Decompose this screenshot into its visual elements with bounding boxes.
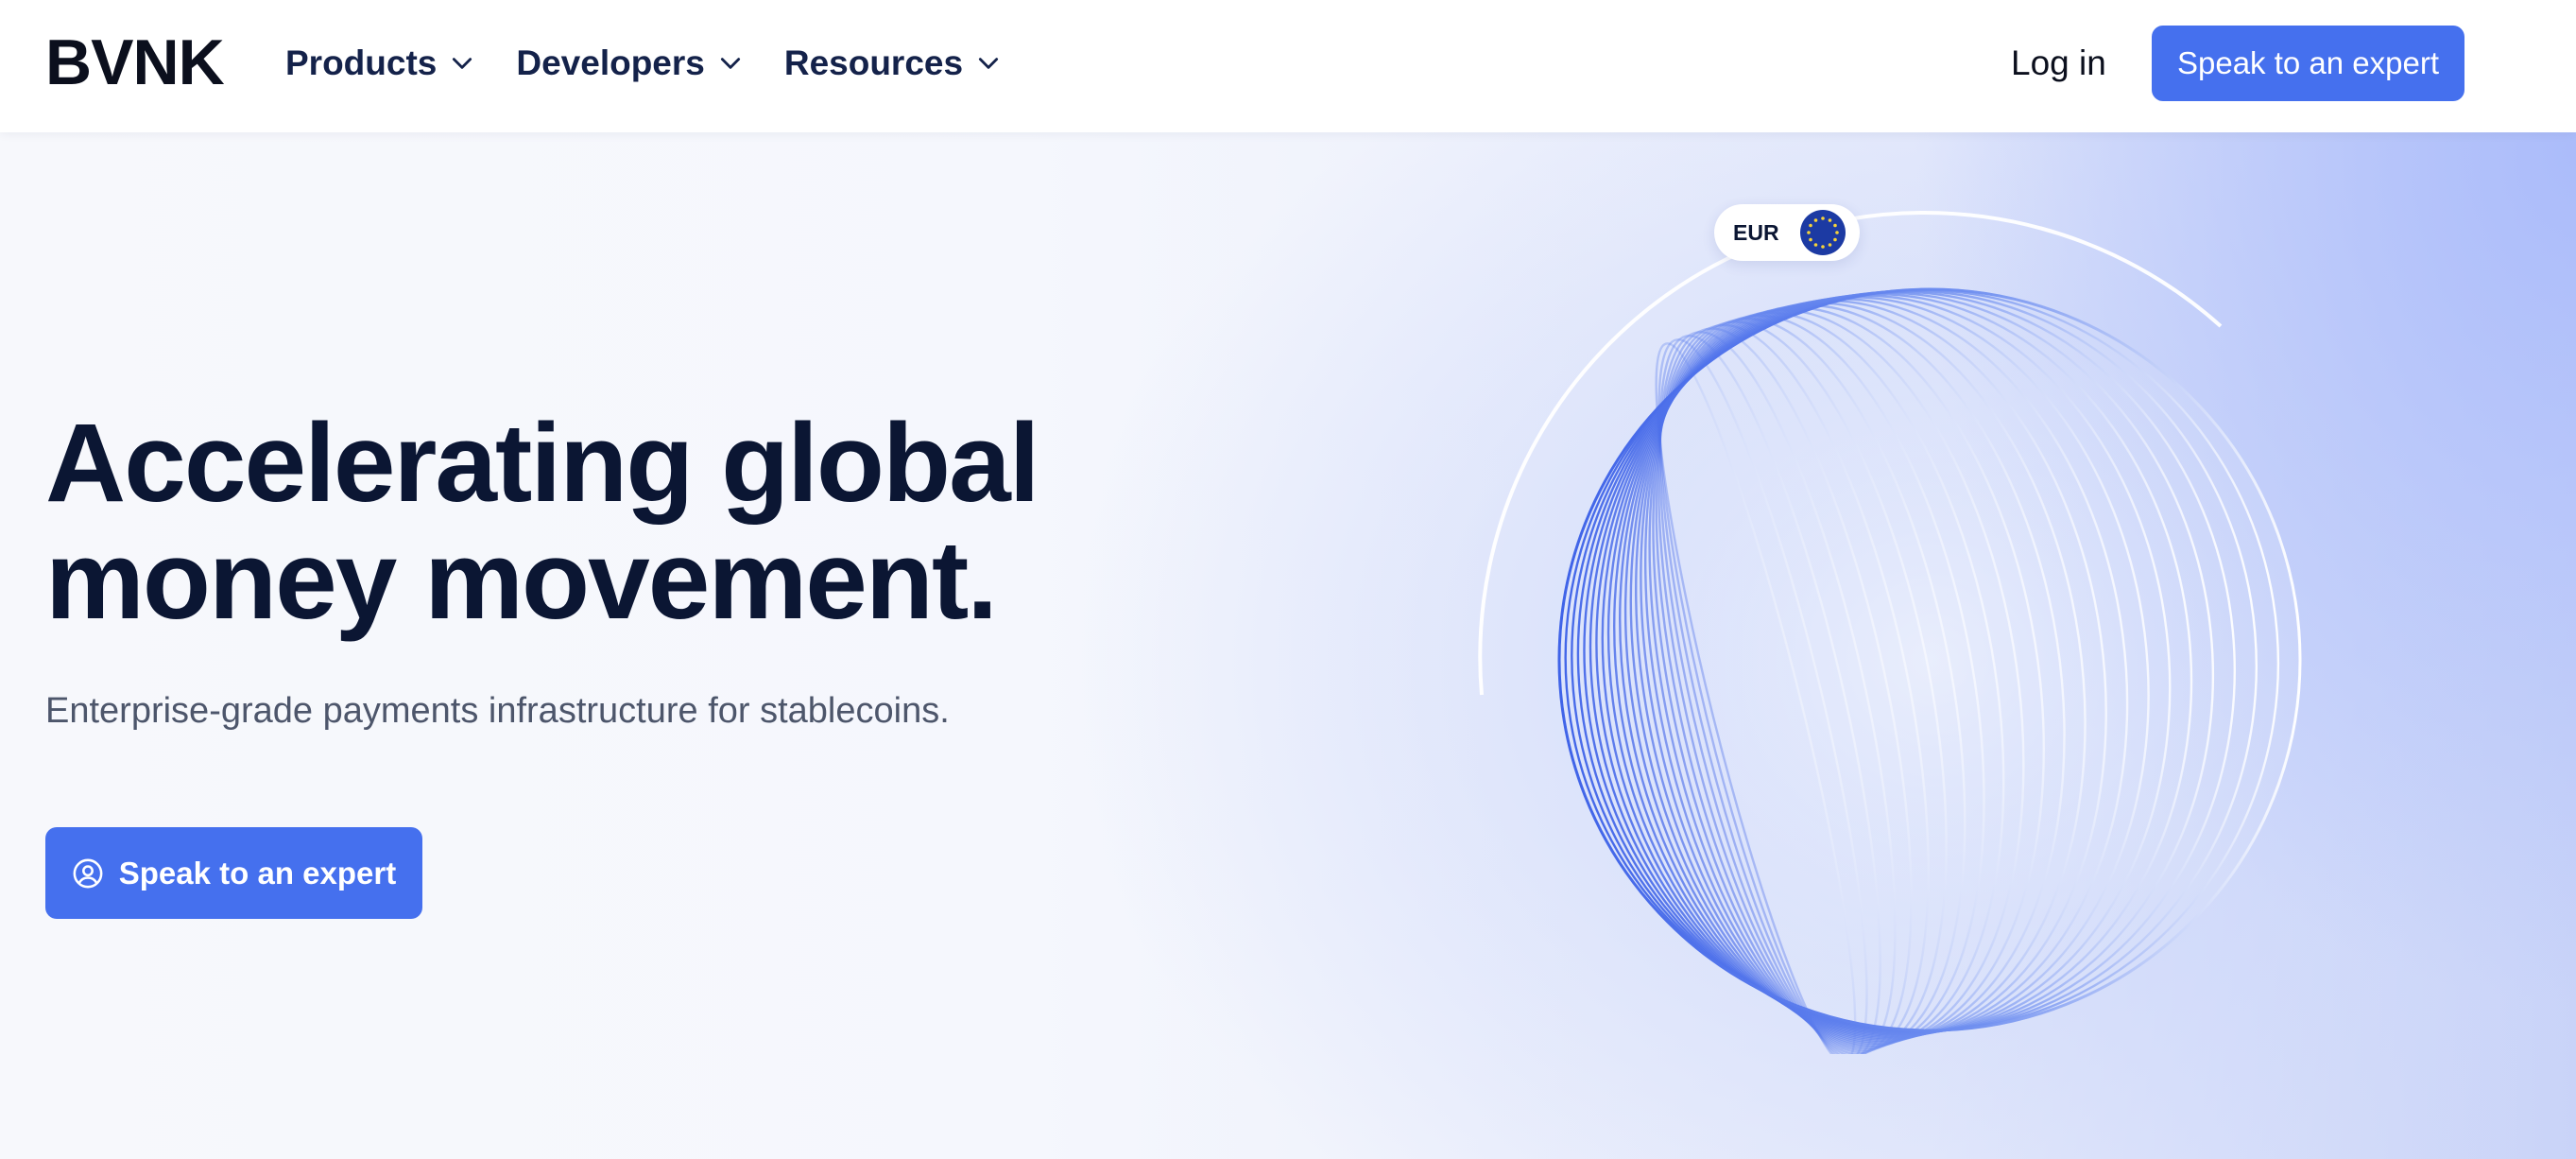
- hero-cta-label: Speak to an expert: [118, 855, 397, 891]
- nav-item-resources[interactable]: Resources: [784, 38, 1001, 89]
- nav-item-products[interactable]: Products: [285, 38, 474, 89]
- eu-star: [1835, 231, 1839, 234]
- nav-item-label: Products: [285, 43, 438, 82]
- nav-item-label: Developers: [516, 43, 705, 82]
- bvnk-logo[interactable]: BVNK: [45, 30, 225, 95]
- eu-star: [1809, 223, 1812, 228]
- login-link[interactable]: Log in: [2011, 38, 2106, 89]
- eu-star: [1813, 218, 1818, 222]
- eu-star: [1809, 237, 1812, 242]
- headline-line-1: Accelerating global: [45, 401, 1040, 526]
- chevron-down-icon: [453, 58, 472, 69]
- eu-star: [1821, 245, 1825, 249]
- main-nav: Products Developers Resources: [285, 38, 1001, 89]
- header-speak-to-expert-button[interactable]: Speak to an expert: [2152, 26, 2464, 101]
- nav-item-developers[interactable]: Developers: [516, 38, 743, 89]
- chevron-down-icon: [979, 58, 999, 69]
- site-header: BVNK Products Developers Resources Log i…: [0, 0, 2576, 132]
- page: BVNK Products Developers Resources Log i…: [0, 0, 2576, 1159]
- hero-headline: Accelerating global money movement.: [45, 405, 1274, 639]
- currency-badge: EUR: [1714, 204, 1860, 261]
- eu-star: [1828, 218, 1832, 222]
- eu-star: [1833, 223, 1837, 228]
- eu-star: [1821, 216, 1825, 220]
- eu-star: [1807, 231, 1811, 234]
- eu-star: [1813, 243, 1818, 247]
- nav-item-label: Resources: [783, 43, 964, 82]
- hero-speak-to-expert-button[interactable]: Speak to an expert: [45, 827, 422, 919]
- headline-line-2: money movement.: [45, 518, 998, 643]
- hero-subheadline: Enterprise-grade payments infrastructure…: [45, 691, 950, 731]
- user-circle-icon: [73, 858, 103, 888]
- eu-flag-icon: [1800, 210, 1846, 255]
- chevron-down-icon: [720, 58, 740, 69]
- wireframe-globe-illustration: [1478, 211, 2302, 1054]
- currency-code: EUR: [1733, 219, 1779, 245]
- eu-star: [1828, 243, 1832, 247]
- eu-star: [1833, 237, 1837, 242]
